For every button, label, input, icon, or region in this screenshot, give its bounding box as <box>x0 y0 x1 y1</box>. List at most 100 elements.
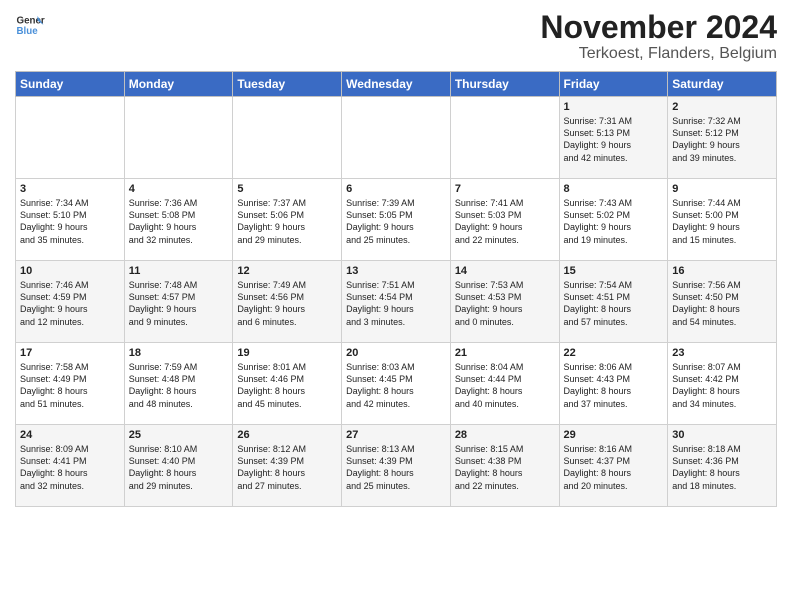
header: General Blue November 2024 Terkoest, Fla… <box>15 10 777 63</box>
day-number: 29 <box>564 429 664 441</box>
calendar-cell: 13 Sunrise: 7:51 AM Sunset: 4:54 PM Dayli… <box>342 261 451 343</box>
day-info: Sunrise: 7:46 AM Sunset: 4:59 PM Dayligh… <box>20 279 120 328</box>
calendar-cell: 10 Sunrise: 7:46 AM Sunset: 4:59 PM Dayli… <box>16 261 125 343</box>
calendar-cell: 14 Sunrise: 7:53 AM Sunset: 4:53 PM Dayli… <box>450 261 559 343</box>
calendar-cell: 19Sunrise: 8:01 AM Sunset: 4:46 PM Dayli… <box>233 343 342 425</box>
svg-text:Blue: Blue <box>17 26 39 37</box>
calendar-cell: 17 Sunrise: 7:58 AM Sunset: 4:49 PM Dayli… <box>16 343 125 425</box>
day-number: 2 <box>672 101 772 113</box>
day-info: Sunrise: 7:32 AM Sunset: 5:12 PM Dayligh… <box>672 115 772 164</box>
day-info: Sunrise: 7:37 AM Sunset: 5:06 PM Dayligh… <box>237 197 337 246</box>
day-info: Sunrise: 8:12 AM Sunset: 4:39 PM Dayligh… <box>237 443 337 492</box>
day-number: 18 <box>129 347 229 359</box>
day-number: 5 <box>237 183 337 195</box>
day-number: 20 <box>346 347 446 359</box>
col-saturday: Saturday <box>668 72 777 97</box>
day-info: Sunrise: 7:51 AM Sunset: 4:54 PM Dayligh… <box>346 279 446 328</box>
calendar-week-5: 24Sunrise: 8:09 AM Sunset: 4:41 PM Dayli… <box>16 425 777 507</box>
calendar-cell: 25 Sunrise: 8:10 AM Sunset: 4:40 PM Dayli… <box>124 425 233 507</box>
calendar-cell: 30Sunrise: 8:18 AM Sunset: 4:36 PM Dayli… <box>668 425 777 507</box>
calendar-cell <box>233 97 342 179</box>
calendar-cell <box>450 97 559 179</box>
day-info: Sunrise: 7:31 AM Sunset: 5:13 PM Dayligh… <box>564 115 664 164</box>
day-info: Sunrise: 7:59 AM Sunset: 4:48 PM Dayligh… <box>129 361 229 410</box>
day-info: Sunrise: 7:41 AM Sunset: 5:03 PM Dayligh… <box>455 197 555 246</box>
day-info: Sunrise: 7:39 AM Sunset: 5:05 PM Dayligh… <box>346 197 446 246</box>
calendar-cell: 22Sunrise: 8:06 AM Sunset: 4:43 PM Dayli… <box>559 343 668 425</box>
calendar-cell: 16 Sunrise: 7:56 AM Sunset: 4:50 PM Dayli… <box>668 261 777 343</box>
generalblue-logo-icon: General Blue <box>15 10 45 40</box>
day-info: Sunrise: 8:03 AM Sunset: 4:45 PM Dayligh… <box>346 361 446 410</box>
calendar-cell: 20 Sunrise: 8:03 AM Sunset: 4:45 PM Dayli… <box>342 343 451 425</box>
day-info: Sunrise: 8:04 AM Sunset: 4:44 PM Dayligh… <box>455 361 555 410</box>
day-info: Sunrise: 8:16 AM Sunset: 4:37 PM Dayligh… <box>564 443 664 492</box>
day-info: Sunrise: 7:43 AM Sunset: 5:02 PM Dayligh… <box>564 197 664 246</box>
day-number: 19 <box>237 347 337 359</box>
calendar-cell: 27Sunrise: 8:13 AM Sunset: 4:39 PM Dayli… <box>342 425 451 507</box>
day-info: Sunrise: 7:44 AM Sunset: 5:00 PM Dayligh… <box>672 197 772 246</box>
day-info: Sunrise: 8:15 AM Sunset: 4:38 PM Dayligh… <box>455 443 555 492</box>
calendar-cell: 23 Sunrise: 8:07 AM Sunset: 4:42 PM Dayli… <box>668 343 777 425</box>
day-info: Sunrise: 7:58 AM Sunset: 4:49 PM Dayligh… <box>20 361 120 410</box>
calendar-cell: 29 Sunrise: 8:16 AM Sunset: 4:37 PM Dayli… <box>559 425 668 507</box>
day-number: 15 <box>564 265 664 277</box>
title-block: November 2024 Terkoest, Flanders, Belgiu… <box>540 10 777 63</box>
calendar-cell: 26 Sunrise: 8:12 AM Sunset: 4:39 PM Dayli… <box>233 425 342 507</box>
col-tuesday: Tuesday <box>233 72 342 97</box>
day-number: 1 <box>564 101 664 113</box>
calendar-week-4: 17 Sunrise: 7:58 AM Sunset: 4:49 PM Dayli… <box>16 343 777 425</box>
page-title: November 2024 <box>540 10 777 45</box>
day-number: 21 <box>455 347 555 359</box>
calendar-week-2: 3Sunrise: 7:34 AM Sunset: 5:10 PM Daylig… <box>16 179 777 261</box>
calendar-cell: 8Sunrise: 7:43 AM Sunset: 5:02 PM Daylig… <box>559 179 668 261</box>
day-info: Sunrise: 7:36 AM Sunset: 5:08 PM Dayligh… <box>129 197 229 246</box>
col-monday: Monday <box>124 72 233 97</box>
col-thursday: Thursday <box>450 72 559 97</box>
day-number: 26 <box>237 429 337 441</box>
day-info: Sunrise: 8:10 AM Sunset: 4:40 PM Dayligh… <box>129 443 229 492</box>
day-info: Sunrise: 7:53 AM Sunset: 4:53 PM Dayligh… <box>455 279 555 328</box>
calendar-cell <box>124 97 233 179</box>
day-info: Sunrise: 8:07 AM Sunset: 4:42 PM Dayligh… <box>672 361 772 410</box>
day-number: 24 <box>20 429 120 441</box>
calendar-cell: 21 Sunrise: 8:04 AM Sunset: 4:44 PM Dayli… <box>450 343 559 425</box>
calendar-cell: 9Sunrise: 7:44 AM Sunset: 5:00 PM Daylig… <box>668 179 777 261</box>
day-info: Sunrise: 7:56 AM Sunset: 4:50 PM Dayligh… <box>672 279 772 328</box>
day-number: 25 <box>129 429 229 441</box>
calendar-cell: 4 Sunrise: 7:36 AM Sunset: 5:08 PM Daylig… <box>124 179 233 261</box>
calendar-cell: 6 Sunrise: 7:39 AM Sunset: 5:05 PM Daylig… <box>342 179 451 261</box>
calendar-cell: 5 Sunrise: 7:37 AM Sunset: 5:06 PM Daylig… <box>233 179 342 261</box>
calendar-cell: 11 Sunrise: 7:48 AM Sunset: 4:57 PM Dayli… <box>124 261 233 343</box>
col-sunday: Sunday <box>16 72 125 97</box>
day-info: Sunrise: 7:48 AM Sunset: 4:57 PM Dayligh… <box>129 279 229 328</box>
day-number: 13 <box>346 265 446 277</box>
col-friday: Friday <box>559 72 668 97</box>
calendar-week-3: 10 Sunrise: 7:46 AM Sunset: 4:59 PM Dayli… <box>16 261 777 343</box>
calendar-cell: 7 Sunrise: 7:41 AM Sunset: 5:03 PM Daylig… <box>450 179 559 261</box>
logo: General Blue <box>15 10 45 40</box>
day-number: 4 <box>129 183 229 195</box>
day-number: 12 <box>237 265 337 277</box>
day-number: 27 <box>346 429 446 441</box>
day-number: 14 <box>455 265 555 277</box>
day-number: 6 <box>346 183 446 195</box>
calendar-cell: 2 Sunrise: 7:32 AM Sunset: 5:12 PM Daylig… <box>668 97 777 179</box>
calendar-week-1: 1 Sunrise: 7:31 AM Sunset: 5:13 PM Daylig… <box>16 97 777 179</box>
col-wednesday: Wednesday <box>342 72 451 97</box>
calendar-cell: 12 Sunrise: 7:49 AM Sunset: 4:56 PM Dayli… <box>233 261 342 343</box>
calendar-cell: 24Sunrise: 8:09 AM Sunset: 4:41 PM Dayli… <box>16 425 125 507</box>
calendar-table: Sunday Monday Tuesday Wednesday Thursday… <box>15 71 777 507</box>
day-number: 10 <box>20 265 120 277</box>
day-number: 11 <box>129 265 229 277</box>
calendar-cell: 15Sunrise: 7:54 AM Sunset: 4:51 PM Dayli… <box>559 261 668 343</box>
calendar-cell: 1 Sunrise: 7:31 AM Sunset: 5:13 PM Daylig… <box>559 97 668 179</box>
day-number: 23 <box>672 347 772 359</box>
day-number: 7 <box>455 183 555 195</box>
calendar-cell: 3Sunrise: 7:34 AM Sunset: 5:10 PM Daylig… <box>16 179 125 261</box>
calendar-cell: 18 Sunrise: 7:59 AM Sunset: 4:48 PM Dayli… <box>124 343 233 425</box>
day-number: 17 <box>20 347 120 359</box>
day-number: 30 <box>672 429 772 441</box>
day-info: Sunrise: 7:49 AM Sunset: 4:56 PM Dayligh… <box>237 279 337 328</box>
day-number: 16 <box>672 265 772 277</box>
page-subtitle: Terkoest, Flanders, Belgium <box>540 45 777 63</box>
